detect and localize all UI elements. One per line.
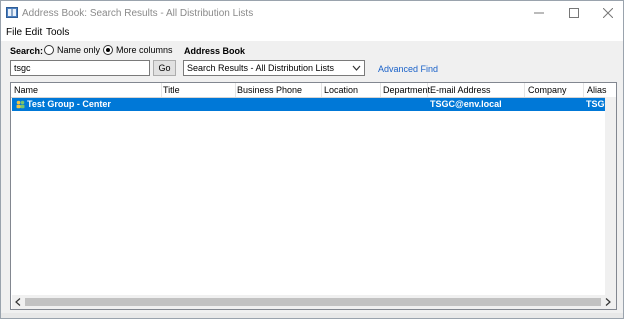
column-divider[interactable] xyxy=(161,83,162,97)
address-book-icon xyxy=(6,7,18,18)
address-book-window: Address Book: Search Results - All Distr… xyxy=(0,0,624,319)
column-divider[interactable] xyxy=(235,83,236,97)
table-row[interactable]: Test Group - Center TSGC@env.local TSGC xyxy=(12,98,611,111)
maximize-icon xyxy=(569,8,579,18)
column-divider[interactable] xyxy=(380,83,381,97)
menu-tools[interactable]: Tools xyxy=(46,27,69,38)
address-book-selected: Search Results - All Distribution Lists xyxy=(187,63,335,73)
column-divider[interactable] xyxy=(321,83,322,97)
column-header-name[interactable]: Name xyxy=(14,85,38,95)
close-button[interactable] xyxy=(590,1,624,25)
minimize-button[interactable] xyxy=(521,1,557,25)
column-header-department[interactable]: Department xyxy=(383,85,430,95)
column-header-email[interactable]: E-mail Address xyxy=(430,85,491,95)
column-header-business-phone[interactable]: Business Phone xyxy=(237,85,302,95)
column-header-row: Name Title Business Phone Location Depar… xyxy=(11,83,616,98)
vertical-scrollbar[interactable] xyxy=(605,97,616,295)
menu-file[interactable]: File xyxy=(6,27,22,38)
cell-name: Test Group - Center xyxy=(27,99,111,109)
distribution-group-icon xyxy=(15,100,26,111)
horizontal-scroll-thumb[interactable] xyxy=(25,298,601,306)
results-list[interactable]: Name Title Business Phone Location Depar… xyxy=(10,82,617,310)
menu-bar: File Edit Tools xyxy=(1,25,623,41)
radio-label-name-only: Name only xyxy=(57,45,101,55)
cell-email: TSGC@env.local xyxy=(430,99,502,109)
dialog-content: Search: Name only More columns Address B… xyxy=(1,41,623,318)
column-header-title[interactable]: Title xyxy=(163,85,180,95)
column-header-company[interactable]: Company xyxy=(528,85,567,95)
advanced-find-link[interactable]: Advanced Find xyxy=(378,64,438,74)
maximize-button[interactable] xyxy=(556,1,592,25)
menu-edit[interactable]: Edit xyxy=(25,27,42,38)
address-book-label: Address Book xyxy=(184,46,246,56)
radio-button[interactable] xyxy=(44,45,54,55)
radio-name-only[interactable]: Name only xyxy=(44,45,100,55)
radio-label-more-columns: More columns xyxy=(116,45,173,55)
radio-button-checked[interactable] xyxy=(103,45,113,55)
search-label: Search: xyxy=(10,46,44,56)
arrow-left-icon[interactable] xyxy=(15,298,21,308)
minimize-icon xyxy=(534,12,544,14)
title-bar: Address Book: Search Results - All Distr… xyxy=(1,1,623,25)
horizontal-scrollbar[interactable] xyxy=(12,295,616,309)
arrow-right-icon[interactable] xyxy=(605,298,611,308)
column-divider[interactable] xyxy=(524,83,525,97)
chevron-down-icon xyxy=(352,64,361,74)
address-book-dropdown[interactable]: Search Results - All Distribution Lists xyxy=(183,60,365,76)
window-title: Address Book: Search Results - All Distr… xyxy=(22,8,254,19)
radio-more-columns[interactable]: More columns xyxy=(103,45,173,55)
go-button[interactable]: Go xyxy=(153,60,176,76)
column-header-alias[interactable]: Alias xyxy=(587,85,607,95)
status-bar xyxy=(1,313,623,318)
column-divider[interactable] xyxy=(427,83,428,97)
column-divider[interactable] xyxy=(583,83,584,97)
search-input[interactable] xyxy=(10,60,150,76)
close-icon xyxy=(603,8,613,18)
column-header-location[interactable]: Location xyxy=(324,85,358,95)
